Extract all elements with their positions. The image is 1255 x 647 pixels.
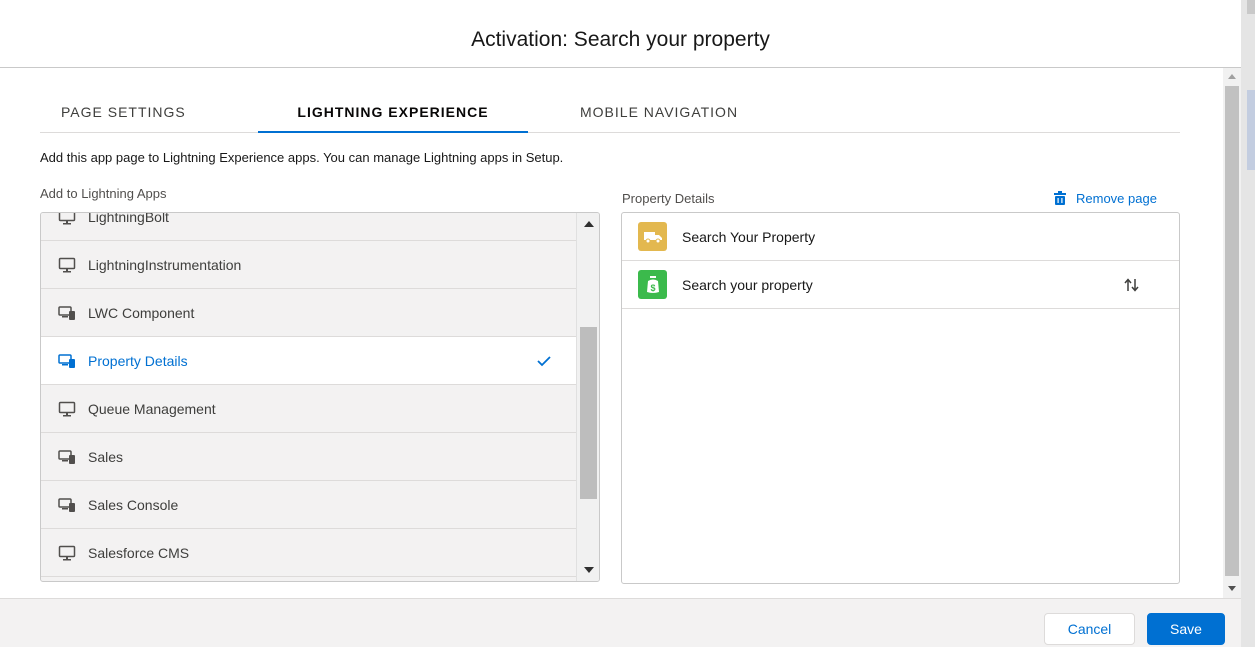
app-item-label: Property Details bbox=[88, 352, 188, 369]
app-item-label: LWC Component bbox=[88, 304, 195, 321]
tab-page-settings[interactable]: PAGE SETTINGS bbox=[61, 96, 186, 133]
detail-item[interactable]: $ Search your property bbox=[622, 261, 1179, 309]
cancel-button[interactable]: Cancel bbox=[1044, 613, 1135, 645]
apps-list-scrollbar[interactable] bbox=[576, 213, 599, 581]
modal-footer: Cancel Save bbox=[0, 598, 1241, 647]
modal-scrollbar[interactable] bbox=[1223, 68, 1241, 598]
app-item-salesforce-cms[interactable]: Salesforce CMS bbox=[41, 529, 576, 577]
apps-list: LightningBolt LightningInstrumentation L… bbox=[41, 212, 576, 577]
app-item-lwc-component[interactable]: LWC Component bbox=[41, 289, 576, 337]
scroll-up-arrow-icon[interactable] bbox=[1228, 74, 1236, 79]
app-item-label: Sales Console bbox=[88, 496, 179, 513]
app-item-label: LightningInstrumentation bbox=[88, 256, 242, 273]
details-listbox: Search Your Property $ Search your prope… bbox=[621, 212, 1180, 584]
detail-item-label: Search Your Property bbox=[682, 228, 816, 245]
scrollbar-thumb[interactable] bbox=[1225, 86, 1239, 576]
detail-item-label: Search your property bbox=[682, 276, 813, 293]
app-item-lightningbolt[interactable]: LightningBolt bbox=[41, 212, 576, 241]
scrollbar-thumb[interactable] bbox=[580, 327, 597, 499]
money-bag-icon: $ bbox=[638, 270, 667, 299]
tab-bar: PAGE SETTINGS LIGHTNING EXPERIENCE MOBIL… bbox=[40, 96, 1180, 133]
remove-page-label: Remove page bbox=[1076, 190, 1157, 206]
info-text: Add this app page to Lightning Experienc… bbox=[40, 150, 564, 165]
window-edge bbox=[1241, 0, 1255, 647]
remove-page-button[interactable]: Remove page bbox=[1052, 190, 1157, 206]
app-item-sales[interactable]: Sales bbox=[41, 433, 576, 481]
app-item-property-details[interactable]: Property Details bbox=[41, 337, 576, 385]
desktop-phone-icon bbox=[58, 449, 75, 464]
detail-item[interactable]: Search Your Property bbox=[622, 213, 1179, 261]
desktop-icon bbox=[58, 213, 76, 224]
sort-arrows-icon[interactable] bbox=[1123, 277, 1141, 293]
svg-text:$: $ bbox=[650, 283, 655, 293]
save-button[interactable]: Save bbox=[1147, 613, 1225, 645]
desktop-phone-icon bbox=[58, 353, 75, 368]
app-item-label: LightningBolt bbox=[88, 212, 169, 225]
modal-header: Activation: Search your property bbox=[0, 0, 1241, 68]
desktop-phone-icon bbox=[58, 497, 75, 512]
scroll-down-arrow-icon[interactable] bbox=[1228, 586, 1236, 591]
app-item-label: Salesforce CMS bbox=[88, 544, 190, 561]
tab-lightning-experience[interactable]: LIGHTNING EXPERIENCE bbox=[258, 96, 528, 133]
modal-title: Activation: Search your property bbox=[471, 28, 770, 51]
app-item-sales-console[interactable]: Sales Console bbox=[41, 481, 576, 529]
truck-icon bbox=[638, 222, 667, 251]
desktop-icon bbox=[58, 401, 76, 416]
apps-listbox[interactable]: LightningBolt LightningInstrumentation L… bbox=[40, 212, 600, 582]
trash-icon bbox=[1054, 191, 1066, 205]
desktop-icon bbox=[58, 257, 76, 272]
desktop-phone-icon bbox=[58, 305, 75, 320]
desktop-icon bbox=[58, 545, 76, 560]
check-icon bbox=[537, 356, 551, 367]
app-item-label: Queue Management bbox=[88, 400, 216, 417]
scroll-down-arrow-icon[interactable] bbox=[584, 567, 594, 573]
app-item-queue-management[interactable]: Queue Management bbox=[41, 385, 576, 433]
app-item-label: Sales bbox=[88, 448, 124, 465]
apps-panel-label: Add to Lightning Apps bbox=[40, 186, 167, 201]
details-panel-label: Property Details bbox=[622, 191, 715, 206]
app-item-lightninginstrumentation[interactable]: LightningInstrumentation bbox=[41, 241, 576, 289]
tab-mobile-navigation[interactable]: MOBILE NAVIGATION bbox=[580, 96, 738, 133]
scroll-up-arrow-icon[interactable] bbox=[584, 221, 594, 227]
